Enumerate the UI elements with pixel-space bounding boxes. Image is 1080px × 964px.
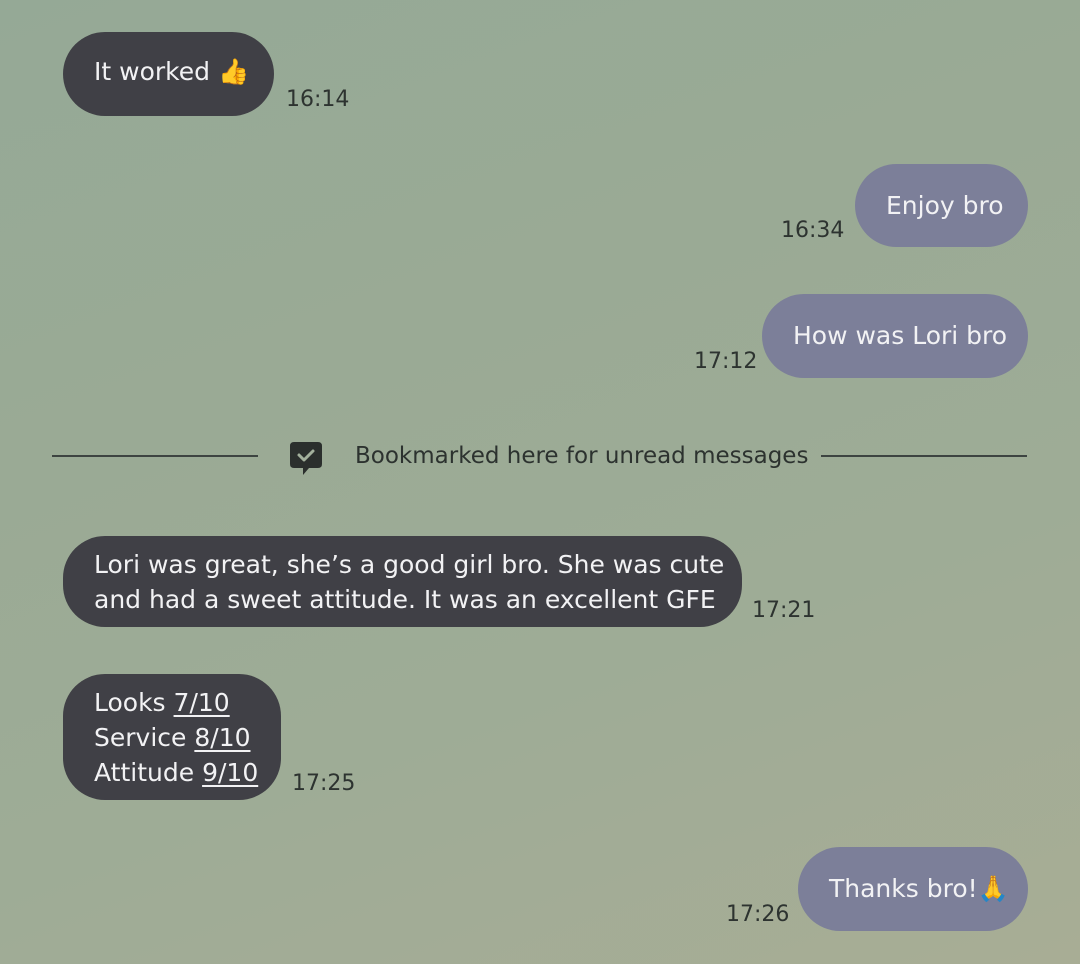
message-bubble-outgoing[interactable]: How was Lori bro bbox=[762, 294, 1028, 378]
folded-hands-emoji: 🙏 bbox=[977, 874, 1009, 903]
unread-divider-label: Bookmarked here for unread messages bbox=[355, 443, 809, 469]
message-timestamp: 17:26 bbox=[726, 902, 790, 927]
message-timestamp: 16:14 bbox=[286, 87, 350, 112]
message-bubble-incoming[interactable]: Looks 7/10 Service 8/10 Attitude 9/10 bbox=[63, 674, 281, 800]
divider-line-left bbox=[52, 455, 258, 457]
message-bubble-outgoing[interactable]: Enjoy bro bbox=[855, 164, 1028, 247]
message-text-line: Lori was great, she’s a good girl bro. S… bbox=[94, 550, 725, 579]
message-bubble-incoming[interactable]: Lori was great, she’s a good girl bro. S… bbox=[63, 536, 742, 627]
bookmark-chat-icon bbox=[290, 442, 322, 475]
message-text: Thanks bro! bbox=[829, 874, 978, 903]
message-bubble-outgoing[interactable]: Thanks bro!🙏 bbox=[798, 847, 1028, 931]
divider-line-right bbox=[821, 455, 1027, 457]
chat-message-list: It worked 👍 16:14 Enjoy bro 16:34 How wa… bbox=[0, 0, 1080, 964]
thumbs-up-emoji: 👍 bbox=[217, 57, 250, 86]
rating-line-service: Service 8/10 bbox=[94, 723, 251, 752]
message-timestamp: 17:12 bbox=[694, 349, 758, 374]
rating-line-looks: Looks 7/10 bbox=[94, 688, 230, 717]
message-text: How was Lori bro bbox=[793, 321, 1008, 350]
rating-line-attitude: Attitude 9/10 bbox=[94, 758, 259, 787]
message-text: It worked bbox=[94, 57, 210, 86]
rating-score: 9/10 bbox=[202, 758, 259, 787]
message-text-line: and had a sweet attitude. It was an exce… bbox=[94, 585, 716, 614]
message-timestamp: 17:21 bbox=[752, 598, 816, 623]
message-bubble-incoming[interactable]: It worked 👍 bbox=[63, 32, 274, 116]
message-text: Enjoy bro bbox=[886, 191, 1004, 220]
message-timestamp: 16:34 bbox=[781, 218, 845, 243]
message-timestamp: 17:25 bbox=[292, 771, 356, 796]
rating-score: 7/10 bbox=[173, 688, 230, 717]
rating-score: 8/10 bbox=[194, 723, 251, 752]
